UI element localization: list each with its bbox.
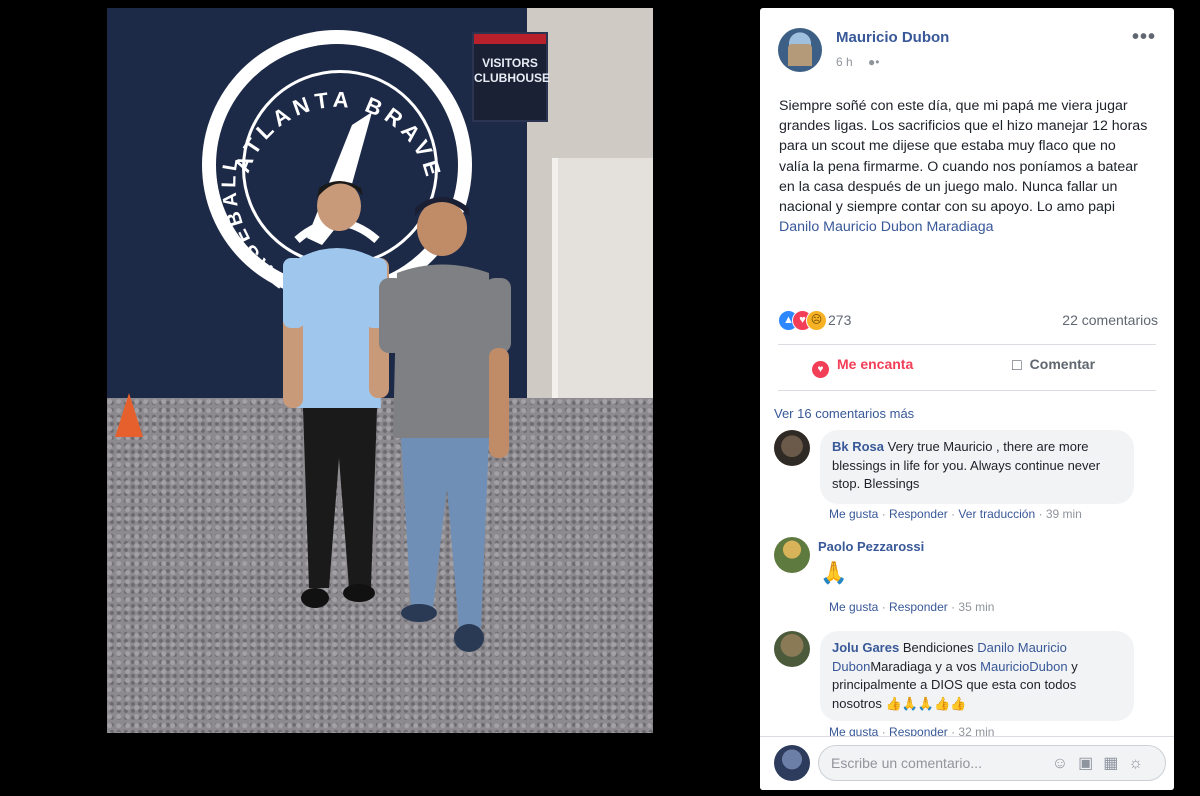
sticker-icon[interactable]: ☼ <box>1128 755 1153 772</box>
post-photo[interactable]: ATLANTA BRAVES BASEBALL VISITORS CLUBHOU… <box>107 8 653 733</box>
comment-bubble: Jolu Gares Bendiciones Danilo Mauricio D… <box>820 631 1134 721</box>
camera-icon[interactable]: ▣ <box>1078 755 1103 772</box>
comment-actions: Me gusta · Responder · Ver traducción · … <box>829 507 1082 521</box>
comment-time: 35 min <box>958 600 995 614</box>
clubhouse-door <box>552 158 653 428</box>
author-avatar[interactable] <box>778 28 822 72</box>
comment-button-label: Comentar <box>1029 356 1096 372</box>
divider <box>778 344 1156 345</box>
post-body: Siempre soñé con este día, que mi papá m… <box>779 96 1149 237</box>
viewer-avatar <box>774 745 810 781</box>
composer-icons: ☺▣▦☼ <box>1052 753 1153 773</box>
view-more-comments-link[interactable]: Ver 16 comentarios más <box>774 406 914 421</box>
divider <box>760 736 1174 737</box>
comment-icon: □ <box>1012 357 1022 374</box>
sign-text: VISITORS CLUBHOUSE <box>474 56 551 85</box>
comment-author[interactable]: Bk Rosa <box>832 439 884 454</box>
love-reaction-label: Me encanta <box>837 356 914 372</box>
reply-link[interactable]: Responder <box>889 600 948 614</box>
post-panel: Mauricio Dubon 6 h ●• ••• Siempre soñé c… <box>760 8 1174 790</box>
divider <box>778 390 1156 391</box>
visitors-clubhouse-sign: VISITORS CLUBHOUSE <box>472 32 551 122</box>
person-father <box>379 197 511 652</box>
friends-icon: ●• <box>868 55 880 69</box>
like-comment-link[interactable]: Me gusta <box>829 600 878 614</box>
comment-composer: Escribe un comentario... ☺▣▦☼ <box>760 736 1174 790</box>
heart-icon: ♥ <box>812 361 829 378</box>
post-body-tag[interactable]: Danilo Mauricio Dubon Maradiaga <box>779 219 994 235</box>
emoji-icon[interactable]: ☺ <box>1052 755 1078 772</box>
more-options-icon[interactable]: ••• <box>1132 26 1156 49</box>
comment-button[interactable]: □ Comentar <box>1012 356 1095 375</box>
comment-avatar[interactable] <box>774 631 810 667</box>
sad-icon: ☹ <box>806 310 827 331</box>
gif-icon[interactable]: ▦ <box>1103 755 1128 772</box>
post-body-text: Siempre soñé con este día, que mi papá m… <box>779 98 1148 216</box>
comment-avatar[interactable] <box>774 430 810 466</box>
praying-hands-emoji: 🙏 <box>820 560 848 585</box>
comment-text: Maradiaga y a vos <box>870 658 981 674</box>
comment-author[interactable]: Jolu Gares <box>832 640 899 655</box>
tag-link[interactable]: MauricioDubon <box>980 659 1067 674</box>
traffic-cone <box>115 393 143 437</box>
love-reaction-button[interactable]: ♥ Me encanta <box>812 356 913 378</box>
comment-input[interactable]: Escribe un comentario... ☺▣▦☼ <box>818 745 1166 781</box>
comment-time: 39 min <box>1045 507 1082 521</box>
post-author[interactable]: Mauricio Dubon <box>836 29 949 46</box>
like-comment-link[interactable]: Me gusta <box>829 507 878 521</box>
comment-avatar[interactable] <box>774 537 810 573</box>
person-young-man <box>283 181 389 608</box>
reply-link[interactable]: Responder <box>889 507 948 521</box>
post-time[interactable]: 6 h <box>836 55 853 69</box>
comment-input-placeholder: Escribe un comentario... <box>831 755 982 771</box>
reactions-bar[interactable]: ▲ ♥ ☹ 273 22 comentarios <box>778 309 1158 331</box>
see-translation-link[interactable]: Ver traducción <box>958 507 1035 521</box>
reaction-count[interactable]: 273 <box>828 312 851 328</box>
comment-text: Bendiciones <box>902 640 978 655</box>
comment-count[interactable]: 22 comentarios <box>1062 312 1158 328</box>
comment-actions: Me gusta · Responder · 35 min <box>829 600 995 614</box>
comment-bubble: Bk Rosa Very true Mauricio , there are m… <box>820 430 1134 504</box>
comment-author[interactable]: Paolo Pezzarossi <box>818 539 924 554</box>
comment-emojis: 👍🙏🙏👍👍 <box>885 695 967 711</box>
